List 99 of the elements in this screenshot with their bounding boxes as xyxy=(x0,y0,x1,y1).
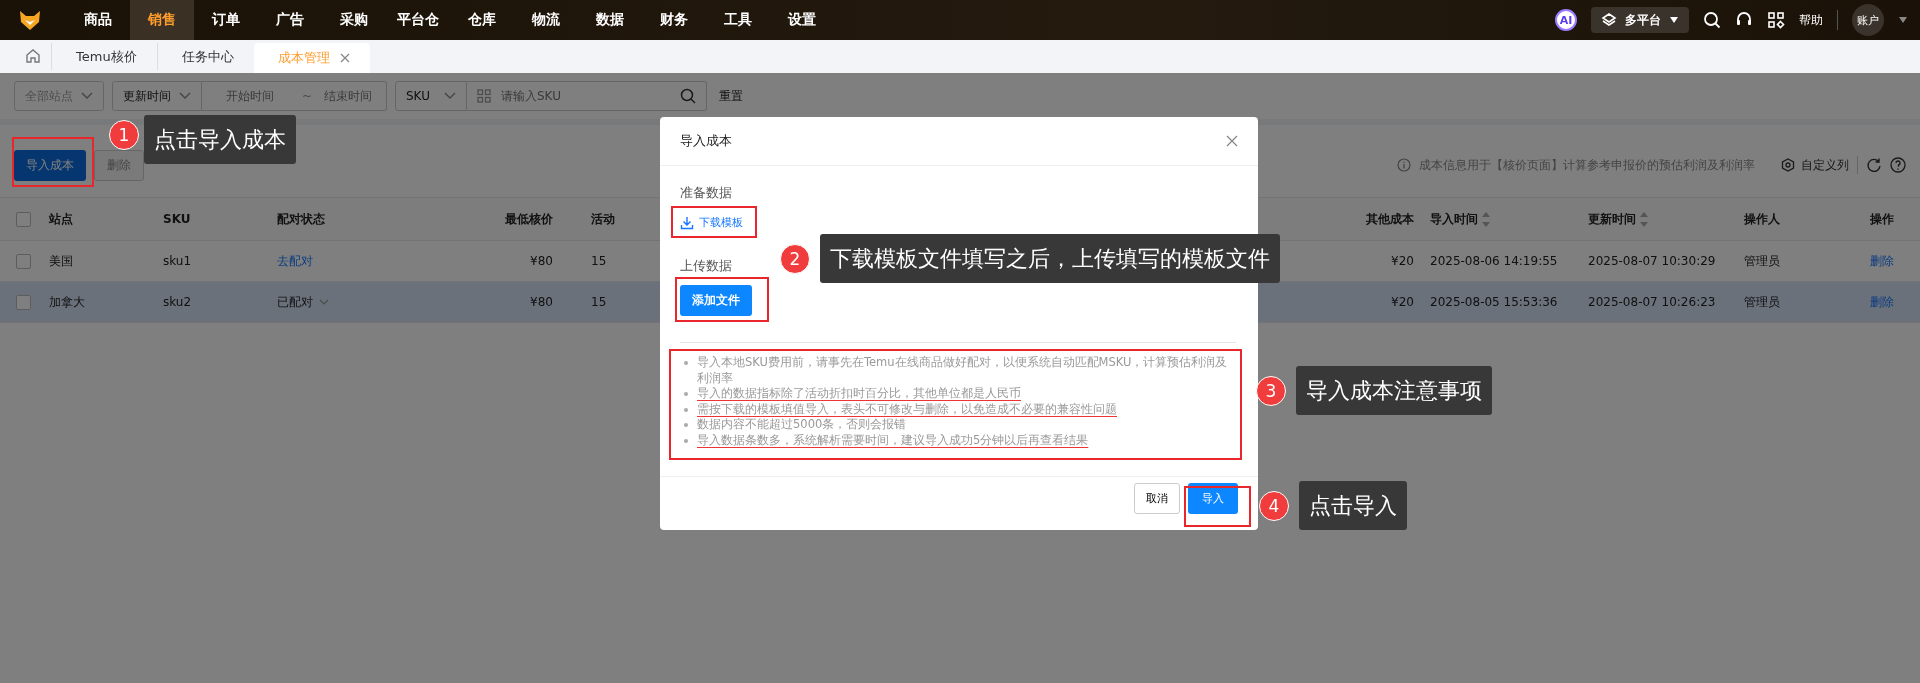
download-template-link[interactable]: 下载模板 xyxy=(680,215,743,230)
layers-icon xyxy=(1601,12,1617,28)
callout-label: 点击导入 xyxy=(1299,481,1407,530)
nav-menu-item[interactable]: 物流 xyxy=(514,0,578,40)
column-header: 其他成本 xyxy=(1366,210,1414,228)
paired-status-dropdown[interactable]: 已配对 xyxy=(277,293,329,311)
column-header: SKU xyxy=(163,212,191,226)
table-cell: 美国 xyxy=(49,252,73,270)
table-cell: sku1 xyxy=(163,254,192,268)
time-type-select[interactable]: 更新时间 xyxy=(112,81,202,111)
bullet-icon xyxy=(684,407,688,412)
table-cell: 加拿大 xyxy=(49,293,85,311)
field-select[interactable]: SKU xyxy=(395,81,467,111)
table-cell: 2025-08-05 15:53:36 xyxy=(1430,295,1558,309)
table-cell: ¥20 xyxy=(1391,295,1414,309)
nav-menu-item[interactable]: 仓库 xyxy=(450,0,514,40)
help-link[interactable]: 帮助 xyxy=(1799,11,1823,29)
fox-logo-icon[interactable] xyxy=(18,8,42,32)
table-cell: ¥20 xyxy=(1391,254,1414,268)
chevron-down-icon xyxy=(319,299,329,305)
bullet-icon xyxy=(684,361,688,365)
refresh-icon[interactable] xyxy=(1866,157,1882,173)
download-icon xyxy=(680,215,694,230)
highlight-frame xyxy=(1184,486,1251,527)
search-icon[interactable] xyxy=(1703,11,1721,29)
row-checkbox[interactable] xyxy=(16,294,31,310)
reset-button[interactable]: 重置 xyxy=(719,87,743,105)
info-icon xyxy=(1397,158,1411,172)
note-text: 导入本地SKU费用前，请事先在Temu在线商品做好配对，以便系统自动匹配MSKU，计算预估利润及利润率 xyxy=(697,355,1229,386)
sku-search-field[interactable]: 请输入SKU xyxy=(467,81,707,111)
note-text: 导入数据条数多，系统解析需要时间，建议导入成功5分钟以后再查看结果 xyxy=(697,432,1089,448)
close-icon[interactable] xyxy=(339,53,350,63)
table-cell: sku2 xyxy=(163,295,192,309)
apps-grid-icon[interactable] xyxy=(1767,11,1785,29)
table-cell: 2025-08-06 14:19:55 xyxy=(1430,254,1558,268)
range-separator: ~ xyxy=(302,89,313,103)
ai-badge[interactable]: AI xyxy=(1555,9,1577,31)
grid-icon xyxy=(477,89,491,103)
note-text: 需按下载的模板填值导入，表头不可修改与删除，以免造成不必要的兼容性问题 xyxy=(697,401,1117,417)
note-text: 导入的数据指标除了活动折扣时百分比，其他单位都是人民币 xyxy=(697,386,1021,402)
column-header: 最低核价 xyxy=(505,210,553,228)
import-button[interactable]: 导入 xyxy=(1188,483,1238,514)
callout-label: 点击导入成本 xyxy=(144,115,296,164)
add-file-button[interactable]: 添加文件 xyxy=(680,285,752,316)
sku-search-field[interactable]: 请输入SKU xyxy=(499,88,672,104)
table-cell: 管理员 xyxy=(1744,293,1780,311)
column-header: 操作 xyxy=(1870,210,1894,228)
account-avatar[interactable]: 账户 xyxy=(1852,4,1884,36)
home-icon[interactable] xyxy=(25,48,41,64)
nav-menu-item[interactable]: 采购 xyxy=(322,0,386,40)
row-checkbox[interactable] xyxy=(16,253,31,269)
section-label: 准备数据 xyxy=(680,184,732,201)
table-cell: 15 xyxy=(591,254,607,268)
column-header: 活动 xyxy=(591,210,615,228)
help-icon[interactable] xyxy=(1890,157,1906,173)
nav-menu-item[interactable]: 工具 xyxy=(706,0,770,40)
nav-menu-item[interactable]: 平台仓 xyxy=(386,0,450,40)
customize-columns-button[interactable]: 自定义列 xyxy=(1781,156,1849,174)
column-header[interactable]: 更新时间 xyxy=(1588,210,1650,228)
chevron-down-icon xyxy=(444,92,456,100)
column-header[interactable]: 导入时间 xyxy=(1430,210,1492,228)
bullet-icon xyxy=(684,423,688,427)
callout-label: 下载模板文件填写之后，上传填写的模板文件 xyxy=(820,234,1280,283)
select-all-checkbox[interactable] xyxy=(16,211,31,227)
chevron-down-icon xyxy=(81,92,93,100)
bullet-icon xyxy=(684,392,688,396)
section-label: 上传数据 xyxy=(680,257,732,274)
note-text: 数据内容不能超过5000条，否则会报错 xyxy=(697,417,907,433)
nav-menu-item[interactable]: 商品 xyxy=(66,0,130,40)
nav-menu-item[interactable]: 订单 xyxy=(194,0,258,40)
callout-label: 导入成本注意事项 xyxy=(1296,366,1492,415)
table-cell: ¥80 xyxy=(530,295,553,309)
caret-icon[interactable] xyxy=(1898,16,1908,24)
column-header: 站点 xyxy=(49,210,73,228)
table-cell: 15 xyxy=(591,295,607,309)
start-date-field[interactable]: 开始时间 xyxy=(224,88,292,104)
platform-dropdown[interactable]: 多平台 xyxy=(1591,7,1689,33)
nav-menu-item[interactable]: 广告 xyxy=(258,0,322,40)
step-number-badge: 1 xyxy=(109,120,139,150)
settings-icon xyxy=(1781,158,1795,172)
cancel-button[interactable]: 取消 xyxy=(1134,483,1180,514)
table-cell: 2025-08-07 10:30:29 xyxy=(1588,254,1716,268)
bullet-icon xyxy=(684,438,688,443)
import-cost-button[interactable]: 导入成本 xyxy=(14,149,86,181)
table-cell: 管理员 xyxy=(1744,252,1780,270)
chevron-down-icon xyxy=(179,92,191,100)
page-tab[interactable]: 任务中心 xyxy=(156,43,254,70)
nav-menu-item[interactable]: 财务 xyxy=(642,0,706,40)
page-tab[interactable]: Temu核价 xyxy=(51,43,157,70)
nav-menu-item[interactable]: 销售 xyxy=(130,0,194,40)
table-cell: ¥80 xyxy=(530,254,553,268)
nav-menu-item[interactable]: 设置 xyxy=(770,0,834,40)
caret-icon xyxy=(1669,16,1679,24)
close-icon[interactable] xyxy=(1226,135,1238,147)
nav-menu-item[interactable]: 数据 xyxy=(578,0,642,40)
dialog-title: 导入成本 xyxy=(680,132,732,150)
table-cell: 2025-08-07 10:26:23 xyxy=(1588,295,1716,309)
column-header: 操作人 xyxy=(1744,210,1780,228)
column-header: 配对状态 xyxy=(277,210,325,228)
